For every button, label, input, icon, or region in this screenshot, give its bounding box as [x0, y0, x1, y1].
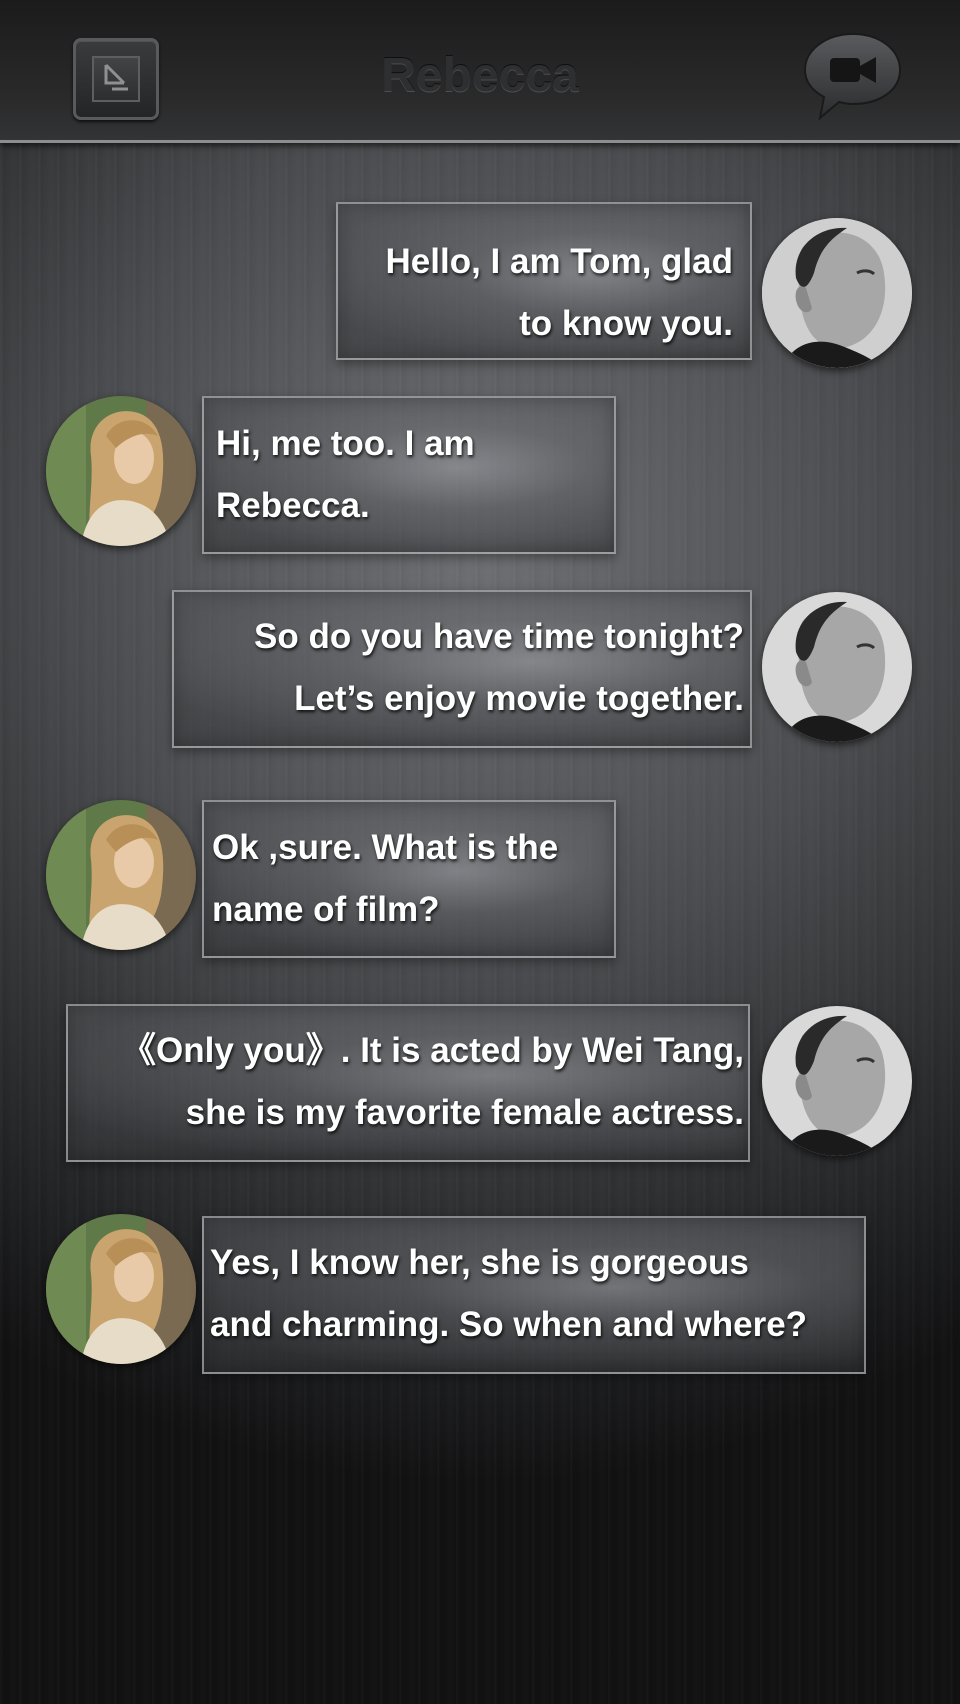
message-bubble-outgoing[interactable]: So do you have time tonight? Let’s enjoy…: [172, 590, 752, 748]
tom-avatar[interactable]: [762, 592, 912, 742]
message-text-line: to know you.: [519, 304, 733, 343]
top-navigation-bar: Rebecca: [0, 0, 960, 143]
video-call-button[interactable]: [800, 28, 906, 124]
message-text-line: So do you have time tonight?: [254, 617, 744, 656]
message-bubble-incoming[interactable]: Yes, I know her, she is gorgeous and cha…: [202, 1216, 866, 1374]
tom-avatar[interactable]: [762, 1006, 912, 1156]
rebecca-avatar[interactable]: [46, 396, 196, 546]
message-text-line: 《Only you》. It is acted by Wei Tang,: [121, 1031, 744, 1070]
message-text-line: name of film?: [212, 890, 440, 929]
message-bubble-incoming[interactable]: Hi, me too. I am Rebecca.: [202, 396, 616, 554]
message-bubble-incoming[interactable]: Ok ,sure. What is the name of film?: [202, 800, 616, 958]
rebecca-avatar[interactable]: [46, 800, 196, 950]
message-text-line: she is my favorite female actress.: [185, 1093, 744, 1132]
chat-screen: Rebecca Hello, I am Tom, glad to know yo…: [0, 0, 960, 1704]
rebecca-avatar[interactable]: [46, 1214, 196, 1364]
video-camera-icon: [803, 32, 902, 121]
message-text-line: Yes, I know her, she is gorgeous: [210, 1243, 749, 1282]
tom-avatar[interactable]: [762, 218, 912, 368]
message-bubble-outgoing[interactable]: Hello, I am Tom, glad to know you.: [336, 202, 752, 360]
message-text-line: Rebecca.: [216, 486, 370, 525]
message-bubble-outgoing[interactable]: 《Only you》. It is acted by Wei Tang, she…: [66, 1004, 750, 1162]
message-text-line: Hello, I am Tom, glad: [385, 242, 733, 281]
message-text-line: Let’s enjoy movie together.: [294, 679, 744, 718]
message-text-line: Hi, me too. I am: [216, 424, 475, 463]
message-text-line: and charming. So when and where?: [210, 1305, 808, 1344]
message-text-line: Ok ,sure. What is the: [212, 828, 559, 867]
